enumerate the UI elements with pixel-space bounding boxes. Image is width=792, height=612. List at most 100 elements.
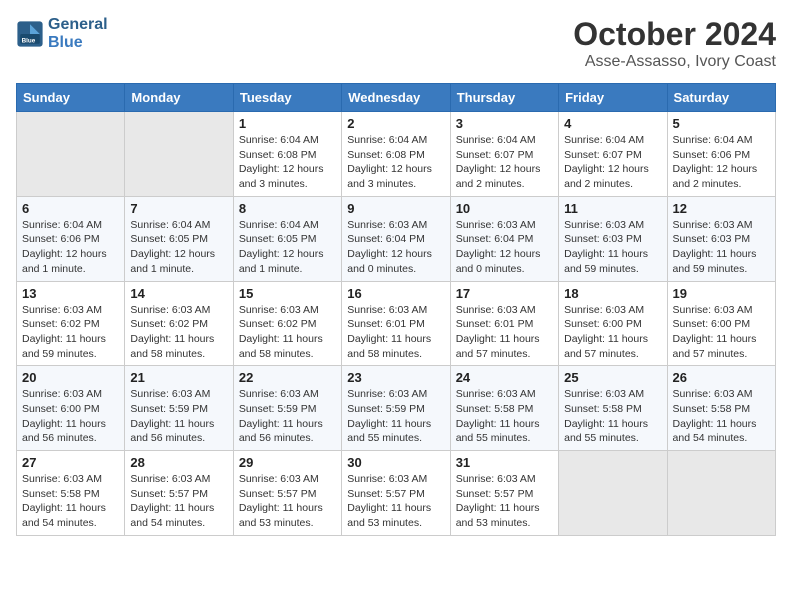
day-info: Sunrise: 6:03 AMSunset: 5:57 PMDaylight:… bbox=[347, 472, 444, 531]
calendar-cell: 2Sunrise: 6:04 AMSunset: 6:08 PMDaylight… bbox=[342, 112, 450, 197]
calendar-cell: 9 Sunrise: 6:03 AMSunset: 6:04 PMDaylight… bbox=[342, 196, 450, 281]
day-number: 11 bbox=[564, 201, 661, 216]
weekday-header-thursday: Thursday bbox=[450, 84, 558, 112]
weekday-header-sunday: Sunday bbox=[17, 84, 125, 112]
day-info: Sunrise: 6:03 AMSunset: 6:00 PMDaylight:… bbox=[673, 303, 770, 362]
day-info: Sunrise: 6:04 AMSunset: 6:08 PMDaylight:… bbox=[347, 133, 444, 192]
day-info: Sunrise: 6:04 AMSunset: 6:05 PMDaylight:… bbox=[130, 218, 227, 277]
day-number: 31 bbox=[456, 455, 553, 470]
svg-text:Blue: Blue bbox=[22, 37, 36, 44]
calendar-week-2: 6 Sunrise: 6:04 AMSunset: 6:06 PMDaylight… bbox=[17, 196, 776, 281]
calendar-cell bbox=[559, 451, 667, 536]
weekday-header-row: SundayMondayTuesdayWednesdayThursdayFrid… bbox=[17, 84, 776, 112]
day-number: 13 bbox=[22, 286, 119, 301]
day-number: 12 bbox=[673, 201, 770, 216]
calendar-cell: 25 Sunrise: 6:03 AMSunset: 5:58 PMDayligh… bbox=[559, 366, 667, 451]
day-info: Sunrise: 6:03 AMSunset: 6:00 PMDaylight:… bbox=[22, 387, 119, 446]
day-number: 14 bbox=[130, 286, 227, 301]
calendar-cell bbox=[125, 112, 233, 197]
calendar-cell: 16 Sunrise: 6:03 AMSunset: 6:01 PMDayligh… bbox=[342, 281, 450, 366]
calendar-week-4: 20 Sunrise: 6:03 AMSunset: 6:00 PMDayligh… bbox=[17, 366, 776, 451]
day-number: 5 bbox=[673, 116, 770, 131]
calendar-cell: 31 Sunrise: 6:03 AMSunset: 5:57 PMDayligh… bbox=[450, 451, 558, 536]
day-number: 1 bbox=[239, 116, 336, 131]
title-block: October 2024 Asse-Assasso, Ivory Coast bbox=[573, 16, 776, 71]
day-info: Sunrise: 6:03 AMSunset: 6:00 PMDaylight:… bbox=[564, 303, 661, 362]
day-info: Sunrise: 6:03 AMSunset: 5:58 PMDaylight:… bbox=[673, 387, 770, 446]
calendar-cell: 11 Sunrise: 6:03 AMSunset: 6:03 PMDayligh… bbox=[559, 196, 667, 281]
day-number: 19 bbox=[673, 286, 770, 301]
day-info: Sunrise: 6:03 AMSunset: 6:02 PMDaylight:… bbox=[130, 303, 227, 362]
day-number: 20 bbox=[22, 370, 119, 385]
calendar-cell: 22 Sunrise: 6:03 AMSunset: 5:59 PMDayligh… bbox=[233, 366, 341, 451]
calendar-cell: 18Sunrise: 6:03 AMSunset: 6:00 PMDayligh… bbox=[559, 281, 667, 366]
calendar-cell: 20 Sunrise: 6:03 AMSunset: 6:00 PMDayligh… bbox=[17, 366, 125, 451]
calendar-cell: 21 Sunrise: 6:03 AMSunset: 5:59 PMDayligh… bbox=[125, 366, 233, 451]
day-number: 3 bbox=[456, 116, 553, 131]
calendar-cell: 1Sunrise: 6:04 AMSunset: 6:08 PMDaylight… bbox=[233, 112, 341, 197]
weekday-header-friday: Friday bbox=[559, 84, 667, 112]
calendar-body: 1 Sunrise: 6:04 AMSunset: 6:08 PMDaylight… bbox=[17, 112, 776, 536]
day-info: Sunrise: 6:03 AMSunset: 6:04 PMDaylight:… bbox=[456, 218, 553, 277]
day-number: 24 bbox=[456, 370, 553, 385]
day-info: Sunrise: 6:03 AMSunset: 5:59 PMDaylight:… bbox=[130, 387, 227, 446]
day-number: 4 bbox=[564, 116, 661, 131]
day-number: 15 bbox=[239, 286, 336, 301]
day-info: Sunrise: 6:03 AMSunset: 6:03 PMDaylight:… bbox=[564, 218, 661, 277]
weekday-header-saturday: Saturday bbox=[667, 84, 775, 112]
day-info: Sunrise: 6:03 AMSunset: 5:57 PMDaylight:… bbox=[456, 472, 553, 531]
day-info: Sunrise: 6:03 AMSunset: 6:04 PMDaylight:… bbox=[347, 218, 444, 277]
day-number: 26 bbox=[673, 370, 770, 385]
calendar-cell: 23Sunrise: 6:03 AMSunset: 5:59 PMDayligh… bbox=[342, 366, 450, 451]
logo: Blue General Blue bbox=[16, 16, 108, 51]
day-number: 22 bbox=[239, 370, 336, 385]
calendar-cell: 12 Sunrise: 6:03 AMSunset: 6:03 PMDayligh… bbox=[667, 196, 775, 281]
calendar-cell: 8Sunrise: 6:04 AMSunset: 6:05 PMDaylight… bbox=[233, 196, 341, 281]
day-number: 7 bbox=[130, 201, 227, 216]
calendar-cell bbox=[17, 112, 125, 197]
day-info: Sunrise: 6:03 AMSunset: 6:01 PMDaylight:… bbox=[456, 303, 553, 362]
calendar-cell: 6 Sunrise: 6:04 AMSunset: 6:06 PMDaylight… bbox=[17, 196, 125, 281]
weekday-header-monday: Monday bbox=[125, 84, 233, 112]
day-number: 27 bbox=[22, 455, 119, 470]
day-number: 30 bbox=[347, 455, 444, 470]
calendar-cell: 24 Sunrise: 6:03 AMSunset: 5:58 PMDayligh… bbox=[450, 366, 558, 451]
calendar-cell: 10 Sunrise: 6:03 AMSunset: 6:04 PMDayligh… bbox=[450, 196, 558, 281]
calendar-cell: 5 Sunrise: 6:04 AMSunset: 6:06 PMDaylight… bbox=[667, 112, 775, 197]
day-number: 10 bbox=[456, 201, 553, 216]
day-number: 6 bbox=[22, 201, 119, 216]
day-number: 25 bbox=[564, 370, 661, 385]
day-number: 21 bbox=[130, 370, 227, 385]
calendar-cell bbox=[667, 451, 775, 536]
calendar-cell: 7 Sunrise: 6:04 AMSunset: 6:05 PMDaylight… bbox=[125, 196, 233, 281]
calendar-cell: 19 Sunrise: 6:03 AMSunset: 6:00 PMDayligh… bbox=[667, 281, 775, 366]
calendar-cell: 14 Sunrise: 6:03 AMSunset: 6:02 PMDayligh… bbox=[125, 281, 233, 366]
calendar-cell: 4 Sunrise: 6:04 AMSunset: 6:07 PMDaylight… bbox=[559, 112, 667, 197]
logo-icon: Blue bbox=[16, 20, 44, 48]
day-info: Sunrise: 6:03 AMSunset: 5:57 PMDaylight:… bbox=[130, 472, 227, 531]
day-info: Sunrise: 6:03 AMSunset: 6:01 PMDaylight:… bbox=[347, 303, 444, 362]
day-number: 8 bbox=[239, 201, 336, 216]
day-info: Sunrise: 6:03 AMSunset: 5:58 PMDaylight:… bbox=[564, 387, 661, 446]
day-number: 23 bbox=[347, 370, 444, 385]
page-header: Blue General Blue October 2024 Asse-Assa… bbox=[16, 16, 776, 71]
day-info: Sunrise: 6:04 AMSunset: 6:07 PMDaylight:… bbox=[564, 133, 661, 192]
day-info: Sunrise: 6:03 AMSunset: 5:58 PMDaylight:… bbox=[456, 387, 553, 446]
day-info: Sunrise: 6:04 AMSunset: 6:06 PMDaylight:… bbox=[22, 218, 119, 277]
logo-text-general: General bbox=[48, 16, 108, 34]
calendar-cell: 29Sunrise: 6:03 AMSunset: 5:57 PMDayligh… bbox=[233, 451, 341, 536]
day-number: 17 bbox=[456, 286, 553, 301]
calendar-cell: 27 Sunrise: 6:03 AMSunset: 5:58 PMDayligh… bbox=[17, 451, 125, 536]
day-info: Sunrise: 6:04 AMSunset: 6:06 PMDaylight:… bbox=[673, 133, 770, 192]
calendar-table: SundayMondayTuesdayWednesdayThursdayFrid… bbox=[16, 83, 776, 536]
day-number: 16 bbox=[347, 286, 444, 301]
calendar-week-5: 27 Sunrise: 6:03 AMSunset: 5:58 PMDayligh… bbox=[17, 451, 776, 536]
day-info: Sunrise: 6:03 AMSunset: 6:03 PMDaylight:… bbox=[673, 218, 770, 277]
calendar-title: October 2024 bbox=[573, 16, 776, 53]
day-info: Sunrise: 6:03 AMSunset: 5:59 PMDaylight:… bbox=[239, 387, 336, 446]
day-info: Sunrise: 6:03 AMSunset: 5:58 PMDaylight:… bbox=[22, 472, 119, 531]
calendar-cell: 13Sunrise: 6:03 AMSunset: 6:02 PMDayligh… bbox=[17, 281, 125, 366]
calendar-cell: 26 Sunrise: 6:03 AMSunset: 5:58 PMDayligh… bbox=[667, 366, 775, 451]
day-number: 9 bbox=[347, 201, 444, 216]
calendar-week-1: 1 Sunrise: 6:04 AMSunset: 6:08 PMDaylight… bbox=[17, 112, 776, 197]
